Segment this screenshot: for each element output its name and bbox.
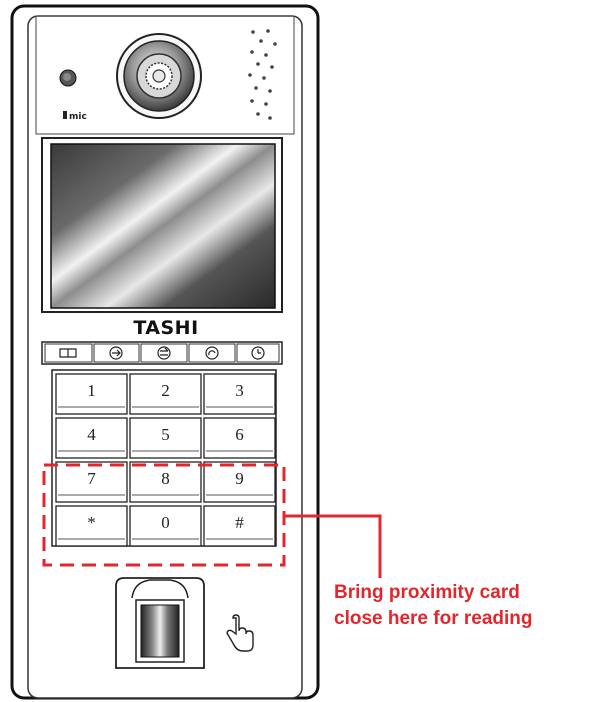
key-label: #	[235, 513, 244, 532]
key-label: 6	[235, 425, 244, 444]
annotation-line-1: Bring proximity card	[334, 582, 520, 603]
mic-icon	[63, 111, 67, 119]
key-label: 4	[87, 425, 96, 444]
fingerprint-sensor-icon	[140, 604, 180, 658]
mic-label: mic	[69, 112, 87, 122]
camera-lens-icon	[116, 33, 202, 119]
key-7[interactable]: 7	[55, 461, 128, 503]
sensor-icon	[59, 69, 77, 87]
key-label: 9	[235, 469, 244, 488]
key-label: 5	[161, 425, 170, 444]
proximity-card-annotation: Bring proximity card close here for read…	[334, 580, 584, 632]
key-8[interactable]: 8	[129, 461, 202, 503]
key-3[interactable]: 3	[203, 373, 276, 415]
clock-icon[interactable]	[236, 343, 280, 363]
fingerprint-reader	[115, 577, 205, 669]
key-5[interactable]: 5	[129, 417, 202, 459]
key-label: 8	[161, 469, 170, 488]
key-6[interactable]: 6	[203, 417, 276, 459]
refresh-icon[interactable]	[188, 343, 236, 363]
key-label: 7	[87, 469, 96, 488]
key-label: 1	[87, 381, 96, 400]
book-icon[interactable]	[44, 343, 93, 363]
annotation-line-2: close here for reading	[334, 608, 533, 629]
call-in-icon[interactable]	[93, 343, 140, 363]
key-hash[interactable]: #	[203, 505, 276, 547]
key-9[interactable]: 9	[203, 461, 276, 503]
key-label: 2	[161, 381, 170, 400]
call-out-icon[interactable]	[140, 343, 188, 363]
key-label: 3	[235, 381, 244, 400]
key-label: 0	[161, 513, 170, 532]
key-star[interactable]: *	[55, 505, 128, 547]
key-4[interactable]: 4	[55, 417, 128, 459]
key-2[interactable]: 2	[129, 373, 202, 415]
key-label: *	[87, 513, 96, 532]
display-screen	[50, 143, 276, 309]
key-1[interactable]: 1	[55, 373, 128, 415]
brand-logo: TASHI	[133, 317, 198, 339]
key-0[interactable]: 0	[129, 505, 202, 547]
